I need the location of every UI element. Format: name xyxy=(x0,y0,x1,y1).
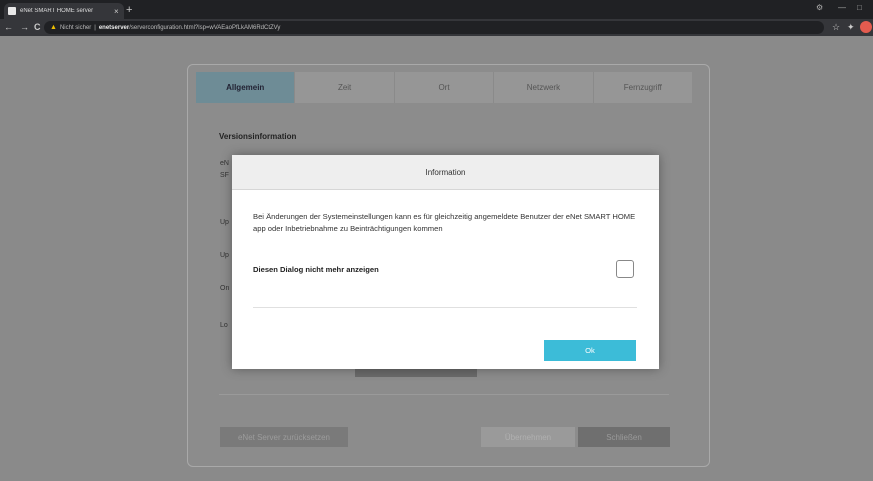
back-button[interactable]: ← xyxy=(4,21,13,33)
url-path: /serverconfiguration.html?lsp=wVAEaoPfLk… xyxy=(129,24,281,31)
browser-toolbar: ← → C ▲ Nicht sicher | enetserver /serve… xyxy=(0,19,873,36)
browser-tab[interactable]: eNet SMART HOME server × xyxy=(4,3,124,19)
reset-server-button[interactable]: eNet Server zurücksetzen xyxy=(220,427,348,447)
forward-button[interactable]: → xyxy=(20,21,29,33)
warning-icon: ▲ xyxy=(50,24,57,31)
tab-close-icon[interactable]: × xyxy=(114,7,124,16)
favicon-icon xyxy=(8,7,16,15)
browser-titlebar: eNet SMART HOME server × + ⚙ — □ xyxy=(0,0,873,19)
url-host: enetserver xyxy=(98,24,130,31)
dialog-message: Bei Änderungen der Systemeinstellungen k… xyxy=(253,212,636,233)
new-tab-button[interactable]: + xyxy=(126,3,132,17)
reload-button[interactable]: C xyxy=(34,21,41,33)
tab-title: eNet SMART HOME server xyxy=(20,8,94,14)
url-divider: | xyxy=(94,24,96,31)
star-icon[interactable]: ☆ xyxy=(832,22,840,33)
section-title: Versionsinformation xyxy=(219,132,297,141)
bg-label-up1: Up xyxy=(220,219,229,226)
address-bar[interactable]: ▲ Nicht sicher | enetserver /serverconfi… xyxy=(44,21,824,34)
maximize-icon[interactable]: □ xyxy=(857,3,862,12)
tab-netzwerk[interactable]: Netzwerk xyxy=(494,72,594,103)
dialog-title: Information xyxy=(232,155,659,190)
bg-label-en: eN xyxy=(220,160,229,167)
dont-show-again-checkbox[interactable] xyxy=(616,260,634,278)
close-button[interactable]: Schließen xyxy=(578,427,670,447)
bg-dark-button xyxy=(355,368,477,377)
information-dialog: Information Bei Änderungen der Systemein… xyxy=(232,155,659,369)
bg-label-up2: Up xyxy=(220,252,229,259)
bg-label-on: On xyxy=(220,285,230,292)
tab-ort[interactable]: Ort xyxy=(394,72,495,103)
settings-tabs: Allgemein Zeit Ort Netzwerk Fernzugriff xyxy=(196,72,693,103)
bg-divider xyxy=(219,394,669,395)
tab-fernzugriff[interactable]: Fernzugriff xyxy=(593,72,693,103)
minimize-icon[interactable]: — xyxy=(838,3,846,12)
apply-button[interactable]: Übernehmen xyxy=(481,427,575,447)
ok-button[interactable]: Ok xyxy=(544,340,636,361)
not-secure-label: Nicht sicher xyxy=(59,24,92,31)
dont-show-again-label: Diesen Dialog nicht mehr anzeigen xyxy=(253,265,379,274)
bg-label-sf: SF xyxy=(220,172,229,179)
settings-icon[interactable]: ⚙ xyxy=(816,3,823,12)
puzzle-icon[interactable]: ✦ xyxy=(847,22,855,33)
tab-zeit[interactable]: Zeit xyxy=(295,72,395,103)
bg-label-lo: Lo xyxy=(220,322,228,329)
dialog-divider xyxy=(253,307,637,308)
profile-avatar[interactable] xyxy=(860,21,872,33)
tab-allgemein[interactable]: Allgemein xyxy=(196,72,296,103)
